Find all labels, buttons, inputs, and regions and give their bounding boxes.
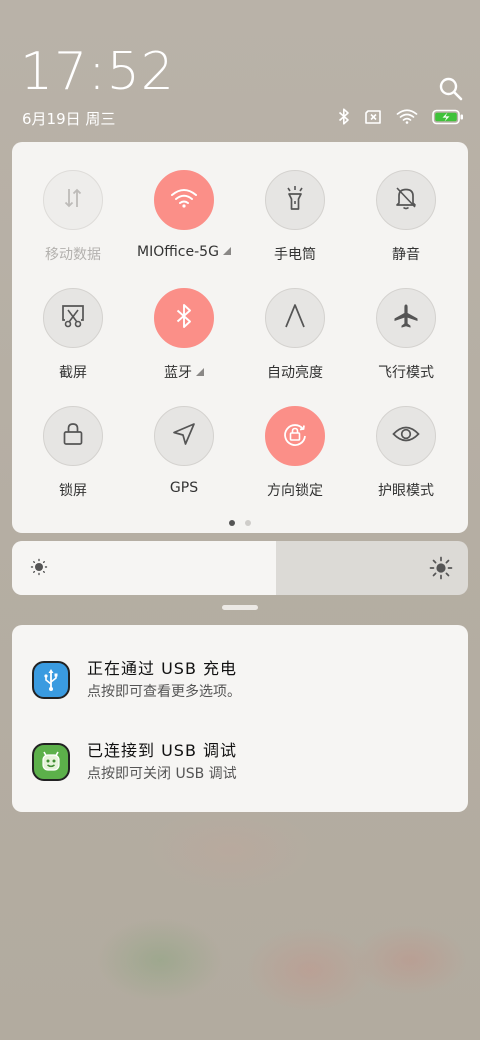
rotation-lock-icon — [281, 420, 309, 452]
bluetooth-icon — [338, 108, 350, 125]
tile-rotation-lock[interactable]: 方向锁定 — [239, 406, 351, 500]
tile-label-auto-brightness: 自动亮度 — [267, 365, 323, 381]
notification-title: 正在通过 USB 充电 — [87, 659, 238, 678]
page-indicator — [12, 520, 468, 526]
tile-auto-brightness[interactable]: 自动亮度 — [239, 288, 351, 382]
airplane-icon — [393, 303, 419, 333]
flashlight-toggle[interactable] — [265, 170, 325, 230]
tile-wifi[interactable]: MIOffice-5G — [128, 170, 240, 260]
auto-brightness-icon — [283, 303, 307, 333]
notification-body: 点按即可查看更多选项。 — [87, 684, 241, 700]
tile-label-mute: 静音 — [392, 247, 420, 263]
tile-label-wifi: MIOffice-5G — [128, 244, 240, 260]
no-sim-icon — [364, 109, 382, 124]
brightness-low-icon — [30, 558, 48, 580]
notification-body: 点按即可关闭 USB 调试 — [87, 766, 237, 782]
notification-card: 正在通过 USB 充电 点按即可查看更多选项。 已连接到 USB 调试 点按即可… — [12, 625, 468, 812]
wifi-icon — [170, 187, 198, 213]
lock-screen-toggle[interactable] — [43, 406, 103, 466]
gps-toggle[interactable] — [154, 406, 214, 466]
lock-icon — [62, 422, 84, 450]
usb-icon — [32, 661, 70, 699]
rotation-lock-toggle[interactable] — [265, 406, 325, 466]
wifi-icon — [396, 109, 418, 124]
eye-care-toggle[interactable] — [376, 406, 436, 466]
tile-screenshot[interactable]: 截屏 — [17, 288, 129, 382]
flashlight-icon — [283, 185, 307, 215]
tile-label-flashlight: 手电筒 — [274, 247, 316, 263]
tile-mobile-data[interactable]: 移动数据 — [17, 170, 129, 264]
drag-handle[interactable] — [222, 605, 258, 610]
wifi-toggle[interactable] — [154, 170, 214, 230]
tile-bluetooth[interactable]: 蓝牙 — [128, 288, 240, 382]
mute-toggle[interactable] — [376, 170, 436, 230]
screenshot-toggle[interactable] — [43, 288, 103, 348]
tile-gps[interactable]: GPS — [128, 406, 240, 496]
tile-label-bluetooth: 蓝牙 — [128, 362, 240, 382]
airplane-toggle[interactable] — [376, 288, 436, 348]
tile-flashlight[interactable]: 手电筒 — [239, 170, 351, 264]
notification-title: 已连接到 USB 调试 — [87, 741, 238, 760]
brightness-high-icon — [429, 556, 453, 584]
date[interactable]: 6月19日 周三 — [22, 108, 115, 129]
tile-label-airplane: 飞行模式 — [378, 365, 434, 381]
clock[interactable]: 17:52 — [20, 42, 175, 102]
tile-airplane[interactable]: 飞行模式 — [350, 288, 462, 382]
mobile-data-toggle[interactable] — [43, 170, 103, 230]
page-dot-active[interactable] — [229, 520, 235, 526]
tile-label-gps: GPS — [169, 480, 199, 496]
expand-arrow-icon[interactable] — [222, 247, 231, 255]
brightness-slider[interactable] — [12, 541, 468, 595]
eye-icon — [392, 424, 420, 448]
brightness-level-fill — [12, 541, 277, 595]
tile-lock-screen[interactable]: 锁屏 — [17, 406, 129, 500]
tile-mute[interactable]: 静音 — [350, 170, 462, 264]
status-header: 17:52 6月19日 周三 — [0, 0, 480, 140]
screenshot-icon — [60, 303, 86, 333]
tile-label-eye-care: 护眼模式 — [378, 483, 434, 499]
tile-label-rotation-lock: 方向锁定 — [267, 483, 323, 499]
tile-label-lock-screen: 锁屏 — [59, 483, 87, 499]
mobile-data-icon — [61, 186, 85, 214]
tile-eye-care[interactable]: 护眼模式 — [350, 406, 462, 500]
page-dot[interactable] — [245, 520, 251, 526]
tile-label-mobile-data: 移动数据 — [45, 247, 101, 263]
status-icons — [338, 108, 464, 125]
battery-charging-icon — [432, 109, 464, 125]
search-icon[interactable] — [438, 76, 464, 102]
notification-usb-debugging[interactable]: 已连接到 USB 调试 点按即可关闭 USB 调试 — [12, 733, 468, 793]
auto-brightness-toggle[interactable] — [265, 288, 325, 348]
bluetooth-toggle[interactable] — [154, 288, 214, 348]
bluetooth-icon — [174, 303, 194, 333]
tile-label-screenshot: 截屏 — [59, 365, 87, 381]
quick-settings-panel: 移动数据 MIOffice-5G 手电筒 静音 截屏 蓝牙 自动亮度 飞行模式 … — [12, 142, 468, 533]
notification-usb-charging[interactable]: 正在通过 USB 充电 点按即可查看更多选项。 — [12, 651, 468, 711]
gps-icon — [171, 421, 197, 451]
android-debug-icon — [32, 743, 70, 781]
expand-arrow-icon[interactable] — [196, 368, 204, 376]
mute-bell-icon — [394, 185, 418, 215]
